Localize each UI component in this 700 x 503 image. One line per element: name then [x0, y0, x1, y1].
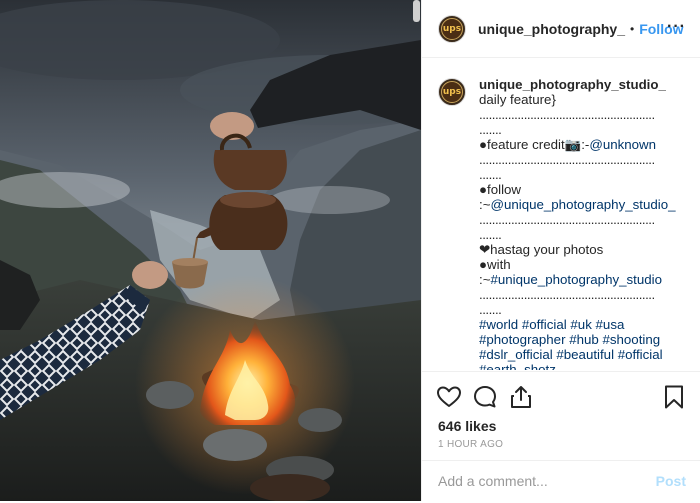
avatar[interactable]: ups [438, 14, 466, 43]
follow-mention-link[interactable]: @unique_photography_studio_ [490, 197, 675, 212]
more-options-icon[interactable]: ··· [667, 18, 686, 36]
action-icons [436, 384, 544, 410]
caption-username[interactable]: unique_photography_studio_ [479, 77, 691, 92]
comment-icon[interactable] [472, 384, 498, 410]
ups-logo-icon: ups [441, 17, 463, 40]
caption-area: ups unique_photography_studio_ daily fea… [422, 58, 700, 370]
caption-dots: ........................................… [479, 212, 655, 227]
hashtags-line[interactable]: #photographer #hub #shooting [479, 332, 691, 347]
scrollbar-thumb[interactable] [413, 0, 420, 22]
caption-avatar[interactable]: ups [438, 78, 466, 106]
follow-link-prefix: :~ [479, 197, 491, 212]
post-header: ups unique_photography_ • Follow ··· [422, 0, 700, 58]
caption-dots: ........................................… [479, 152, 655, 167]
caption-line: ●follow [479, 182, 522, 197]
heart-icon[interactable] [436, 384, 462, 410]
hashtags-line[interactable]: #world #official #uk #usa [479, 317, 691, 332]
ups-logo-icon: ups [441, 81, 463, 103]
caption-dots: ....... [479, 302, 502, 317]
caption-dots: ....... [479, 227, 502, 242]
caption-line: ❤hastag your photos [479, 242, 604, 257]
hashtags-line[interactable]: #earth_shotz [479, 362, 691, 370]
caption-line: ●with [479, 257, 511, 272]
caption-line: :~@unique_photography_studio_ [479, 197, 691, 212]
post-username[interactable]: unique_photography_ [478, 21, 625, 37]
likes-count[interactable]: 646 likes [438, 418, 496, 434]
photo-illustration [0, 0, 421, 501]
post-photo[interactable] [0, 0, 421, 501]
caption-line: :~#unique_photography_studio [479, 272, 691, 287]
share-icon[interactable] [508, 384, 534, 410]
post-side-panel: ups unique_photography_ • Follow ··· ups… [421, 0, 700, 501]
caption-line: ●feature credit📷:-@unknown [479, 137, 691, 152]
comment-input[interactable] [438, 471, 638, 491]
caption-dots: ....... [479, 167, 502, 182]
bookmark-icon[interactable] [664, 385, 684, 409]
post-comment-button[interactable]: Post [656, 473, 686, 489]
caption-dots: ........................................… [479, 107, 655, 122]
post-actions: 646 likes 1 HOUR AGO Post [422, 371, 700, 502]
with-prefix: :~ [479, 272, 491, 287]
separator-dot: • [630, 21, 635, 36]
hashtag-link[interactable]: #unique_photography_studio [490, 272, 662, 287]
comment-bar: Post [422, 460, 700, 503]
post-timestamp[interactable]: 1 HOUR AGO [438, 439, 503, 450]
credit-prefix: ●feature credit📷:- [479, 137, 590, 152]
hashtags-line[interactable]: #dslr_official #beautiful #official [479, 347, 691, 362]
caption-text: unique_photography_studio_ daily feature… [479, 77, 691, 370]
caption-dots: ........................................… [479, 287, 655, 302]
caption-line: daily feature} [479, 92, 556, 107]
caption-dots: ....... [479, 122, 502, 137]
credit-link[interactable]: @unknown [589, 137, 656, 152]
